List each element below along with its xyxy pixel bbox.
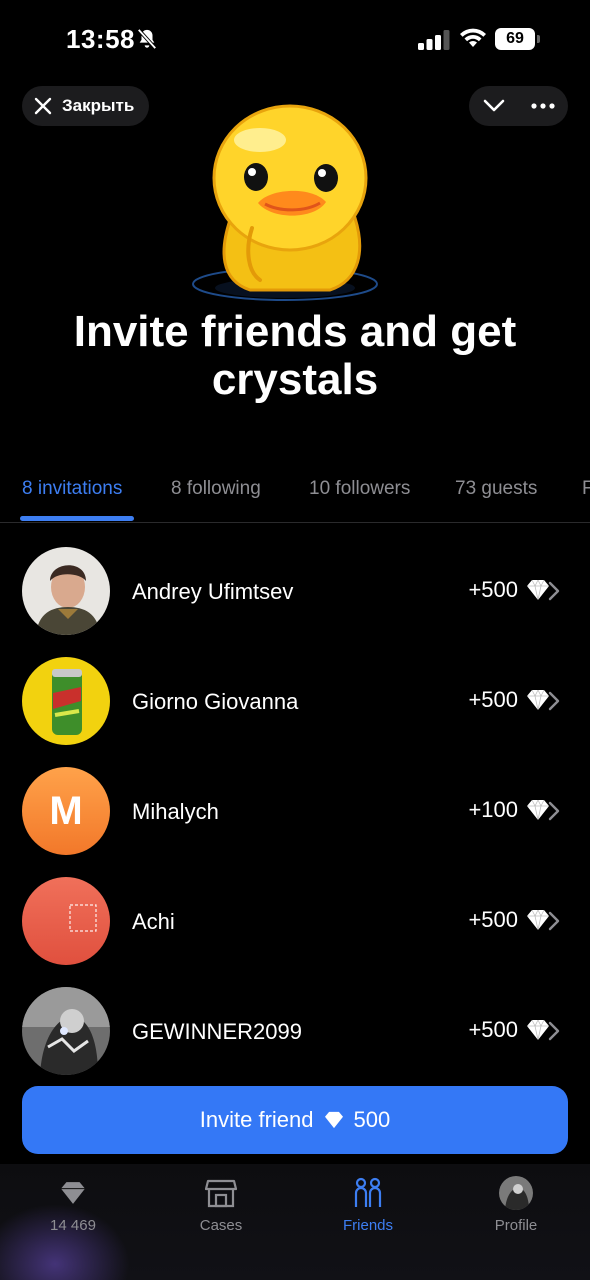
crystal-icon (527, 579, 549, 601)
nav-profile[interactable]: Profile (461, 1176, 571, 1234)
list-item[interactable]: M Mihalych +100 (0, 756, 590, 866)
avatar (22, 987, 110, 1075)
crystal-icon (324, 1111, 343, 1129)
chevron-right-icon (548, 801, 560, 821)
list-item[interactable]: GEWINNER2099 +500 (0, 976, 590, 1086)
battery-level: 69 (495, 28, 535, 50)
cellular-signal-icon (418, 30, 450, 50)
friend-reward: +500 (468, 577, 550, 603)
wifi-icon (460, 28, 486, 47)
tab-following[interactable]: 8 following (171, 478, 261, 500)
crystal-icon (527, 799, 549, 821)
friend-name: Mihalych (132, 799, 219, 824)
chevron-right-icon (548, 581, 560, 601)
battery-icon: 69 (495, 28, 541, 50)
duck-illustration (192, 104, 378, 301)
active-tab-indicator (20, 516, 134, 521)
tab-followers[interactable]: 10 followers (309, 478, 410, 500)
store-icon (205, 1179, 237, 1208)
more-icon (531, 103, 555, 109)
chevron-right-icon (548, 911, 560, 931)
status-bar: 13:58 69 (0, 0, 590, 80)
nav-friends[interactable]: Friends (313, 1176, 423, 1234)
more-button[interactable] (519, 86, 569, 126)
avatar: M (22, 767, 110, 855)
list-item[interactable]: Achi +500 (0, 866, 590, 976)
close-button[interactable]: Закрыть (22, 86, 150, 126)
close-icon (34, 97, 52, 115)
crystal-icon (527, 1019, 549, 1041)
tab-overflow[interactable]: F (582, 478, 590, 500)
invite-friend-amount: 500 (353, 1107, 391, 1132)
reward-amount: +100 (468, 797, 518, 822)
friends-list: Andrey Ufimtsev +500 Giorno Giovanna +50… (0, 536, 590, 1086)
status-time: 13:58 (66, 24, 135, 54)
friend-reward: +500 (468, 907, 550, 933)
reward-amount: +500 (468, 577, 518, 602)
friend-name: Giorno Giovanna (132, 689, 299, 714)
nav-profile-label: Profile (494, 1217, 538, 1234)
friend-reward: +500 (468, 687, 550, 713)
page: 13:58 69 Закрыть Invite friends and get … (0, 0, 590, 1280)
friend-name: Achi (132, 909, 175, 934)
reward-amount: +500 (468, 687, 518, 712)
bottom-nav: 14 469 Cases Friends Profile (0, 1164, 590, 1280)
invite-friend-label: Invite friend (199, 1107, 314, 1132)
nav-balance[interactable]: 14 469 (18, 1176, 128, 1234)
nav-cases[interactable]: Cases (166, 1176, 276, 1234)
chevron-down-icon (483, 99, 505, 112)
friend-name: Andrey Ufimtsev (132, 579, 294, 604)
avatar (22, 657, 110, 745)
invite-friend-button[interactable]: Invite friend 500 (22, 1086, 568, 1154)
avatar (499, 1176, 533, 1210)
friend-name: GEWINNER2099 (132, 1019, 302, 1044)
close-label: Закрыть (62, 96, 135, 115)
friends-icon (354, 1177, 382, 1207)
friend-reward: +100 (468, 797, 550, 823)
reward-amount: +500 (468, 1017, 518, 1042)
friend-reward: +500 (468, 1017, 550, 1043)
tab-guests[interactable]: 73 guests (455, 478, 537, 500)
nav-cases-label: Cases (199, 1217, 243, 1234)
crystal-icon (527, 689, 549, 711)
chevron-right-icon (548, 1021, 560, 1041)
collapse-button[interactable] (469, 86, 519, 126)
page-title: Invite friends and get crystals (73, 307, 517, 404)
list-item[interactable]: Giorno Giovanna +500 (0, 646, 590, 756)
chevron-right-icon (548, 691, 560, 711)
crystal-icon (61, 1182, 85, 1204)
avatar (22, 877, 110, 965)
crystal-icon (527, 909, 549, 931)
bell-off-icon (137, 28, 157, 50)
list-item[interactable]: Andrey Ufimtsev +500 (0, 536, 590, 646)
tab-invitations[interactable]: 8 invitations (22, 478, 122, 500)
header-actions (469, 86, 568, 126)
nav-friends-label: Friends (342, 1217, 394, 1234)
avatar (22, 547, 110, 635)
nav-balance-label: 14 469 (50, 1217, 96, 1234)
reward-amount: +500 (468, 907, 518, 932)
avatar-initial: M (49, 788, 83, 833)
